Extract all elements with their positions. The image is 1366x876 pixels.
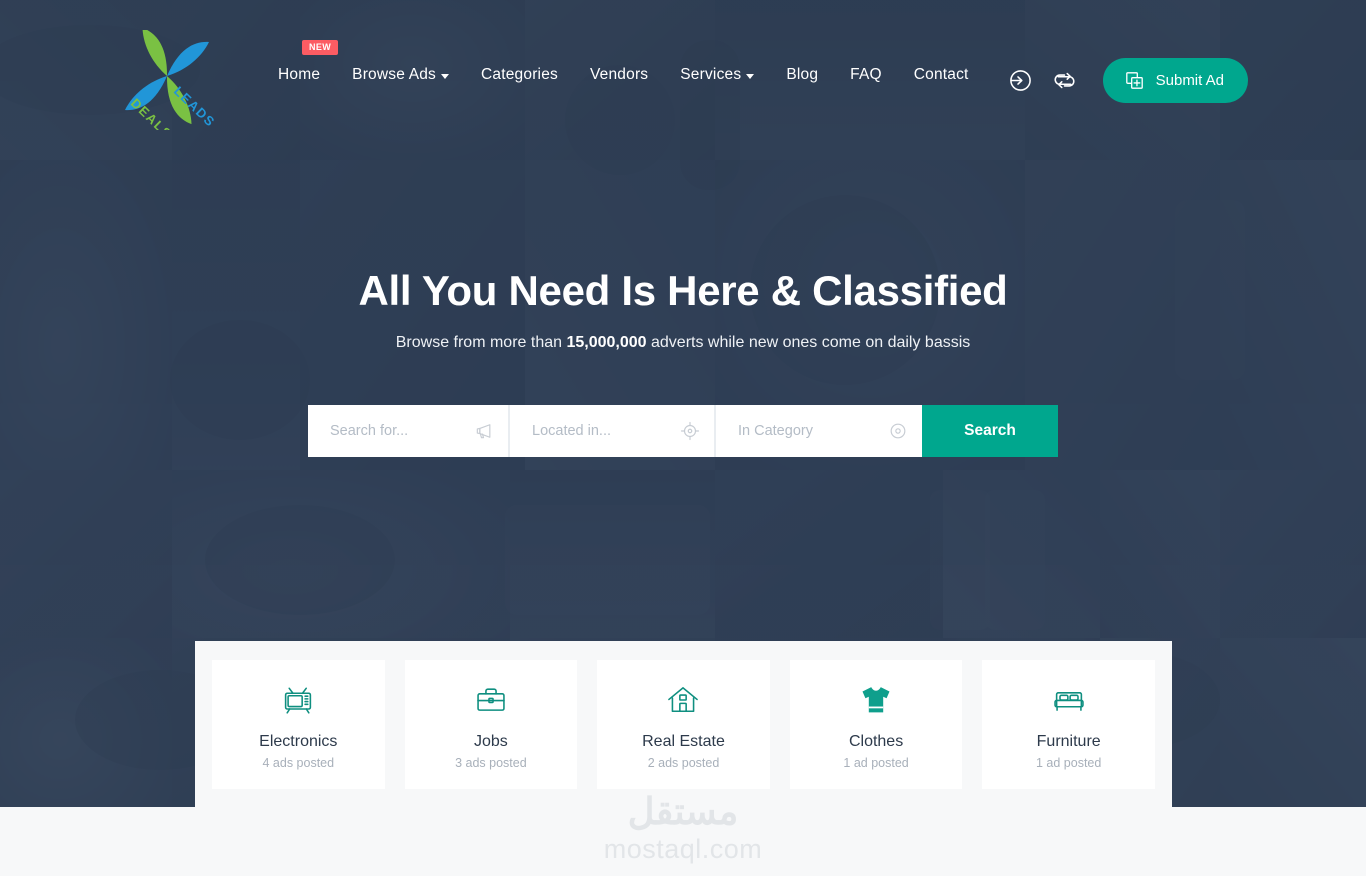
megaphone-icon — [474, 421, 494, 441]
category-count: 1 ad posted — [1036, 755, 1102, 770]
category-card-jobs[interactable]: Jobs 3 ads posted — [404, 659, 578, 789]
nav-label: Services — [680, 66, 742, 83]
nav-label: Home — [278, 66, 321, 83]
category-name: Clothes — [848, 732, 904, 750]
search-location-field[interactable] — [510, 405, 716, 457]
crosshair-icon — [680, 421, 700, 441]
nav-item-home[interactable]: NEW Home — [278, 40, 339, 84]
nav-badge-new: NEW — [302, 40, 339, 55]
tv-icon — [280, 679, 316, 721]
category-card-real-estate[interactable]: Real Estate 2 ads posted — [597, 659, 770, 789]
nav-item-faq[interactable]: FAQ — [834, 66, 898, 84]
compare-icon[interactable] — [1043, 59, 1087, 103]
submit-ad-icon — [1124, 70, 1145, 91]
chevron-down-icon — [441, 73, 450, 79]
nav-item-blog[interactable]: Blog — [770, 66, 834, 84]
bed-icon — [1051, 679, 1087, 721]
category-name: Electronics — [259, 732, 338, 750]
search-input[interactable] — [330, 423, 466, 439]
category-count: 2 ads posted — [647, 755, 720, 770]
tshirt-icon — [858, 679, 894, 721]
target-circle-icon — [888, 421, 908, 441]
search-category-field[interactable] — [716, 405, 922, 457]
house-icon — [665, 679, 701, 721]
deals-leads-logo[interactable]: DEALS LEADS — [116, 27, 218, 142]
hero-search-bar: Search — [308, 405, 1058, 457]
briefcase-icon — [473, 679, 509, 721]
page-bottom-surface — [0, 807, 1366, 876]
category-name: Jobs — [473, 732, 508, 750]
nav-label: Vendors — [589, 66, 649, 83]
hero-subtitle-after: adverts while new ones come on daily bas… — [646, 334, 971, 351]
location-input[interactable] — [532, 423, 672, 439]
submit-ad-label: Submit Ad — [1155, 72, 1224, 89]
hero-title: All You Need Is Here & Classified — [358, 267, 1008, 314]
search-button[interactable]: Search — [922, 405, 1058, 457]
category-count: 1 ad posted — [843, 755, 909, 770]
nav-label: Browse Ads — [352, 66, 437, 83]
logo-word-deals: DEALS — [128, 95, 176, 130]
nav-item-categories[interactable]: Categories — [465, 66, 574, 84]
nav-item-contact[interactable]: Contact — [898, 66, 985, 84]
category-name: Real Estate — [642, 732, 725, 750]
nav-item-browse-ads[interactable]: Browse Ads — [336, 66, 465, 84]
header-actions: Submit Ad — [999, 58, 1366, 103]
nav-item-services[interactable]: Services — [664, 66, 770, 84]
login-icon[interactable] — [999, 59, 1043, 103]
category-count: 3 ads posted — [455, 755, 527, 770]
nav-label: FAQ — [850, 66, 882, 83]
nav-label: Categories — [481, 66, 558, 83]
category-name: Furniture — [1036, 732, 1101, 750]
category-panel: Electronics 4 ads posted Jobs 3 ads post… — [195, 641, 1172, 807]
site-header: DEALS LEADS NEW Home Browse Ads Categori… — [0, 0, 1366, 160]
hero-subtitle: Browse from more than 15,000,000 adverts… — [0, 334, 1366, 352]
category-count: 4 ads posted — [262, 755, 335, 770]
hero-subtitle-before: Browse from more than — [395, 334, 567, 351]
category-input[interactable] — [738, 423, 880, 439]
category-card-electronics[interactable]: Electronics 4 ads posted — [212, 659, 385, 789]
nav-item-vendors[interactable]: Vendors — [574, 66, 664, 84]
nav-label: Blog — [786, 66, 819, 83]
chevron-down-icon — [746, 73, 755, 79]
search-keyword-field[interactable] — [308, 405, 510, 457]
hero-subtitle-count: 15,000,000 — [566, 334, 647, 351]
nav-label: Contact — [913, 66, 969, 83]
category-card-furniture[interactable]: Furniture 1 ad posted — [982, 659, 1155, 789]
main-navigation: NEW Home Browse Ads Categories Vendors S… — [278, 40, 985, 84]
submit-ad-button[interactable]: Submit Ad — [1102, 58, 1248, 103]
category-card-clothes[interactable]: Clothes 1 ad posted — [789, 659, 963, 789]
